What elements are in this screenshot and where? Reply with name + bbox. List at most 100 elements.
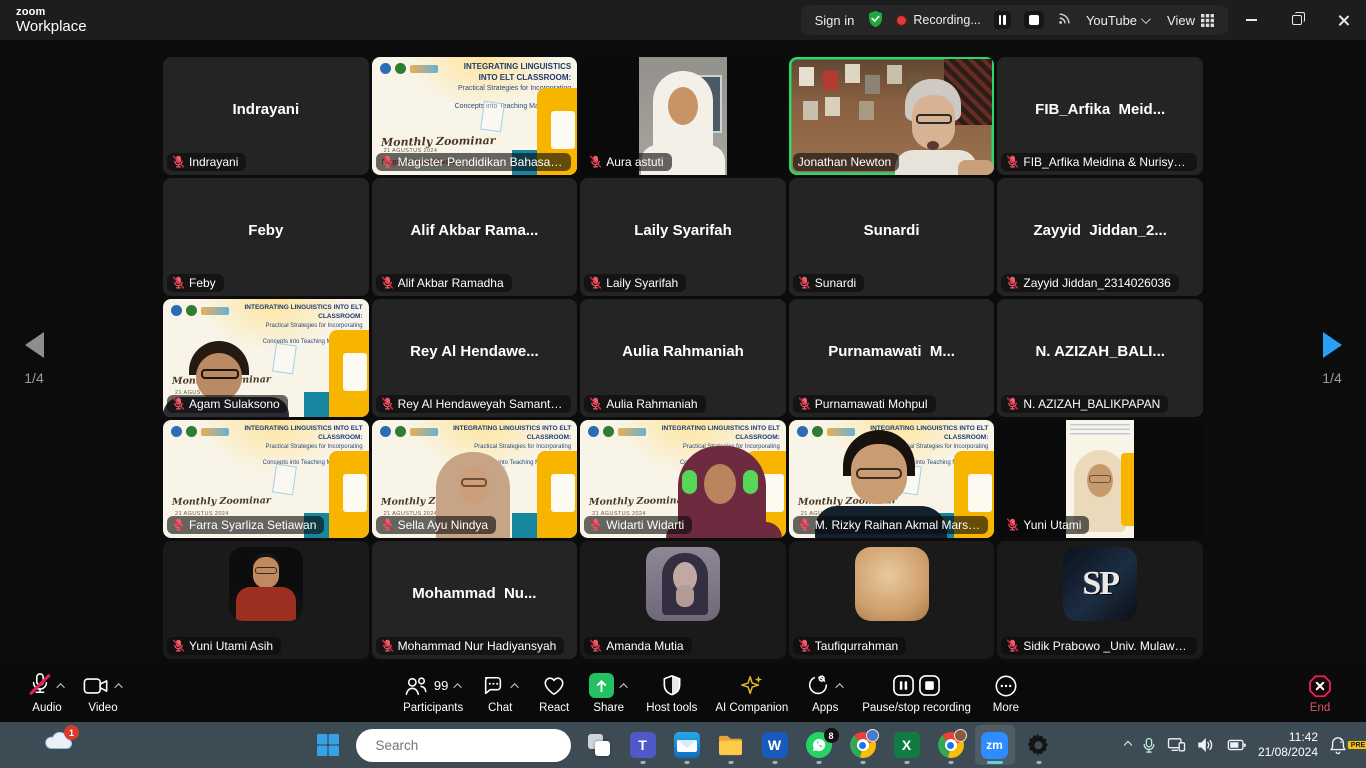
participant-tile[interactable]: INTEGRATING LINGUISTICS INTO ELT CLASSRO…: [580, 420, 786, 538]
participant-tile[interactable]: Zayyid Jiddan_2...Zayyid Jiddan_23140260…: [997, 178, 1203, 296]
settings-icon[interactable]: [1019, 725, 1059, 765]
excel-app-icon[interactable]: X: [887, 725, 927, 765]
profile-avatar: [855, 547, 929, 621]
svg-text:z: z: [1340, 738, 1343, 745]
next-page-arrow-icon[interactable]: [1323, 332, 1342, 358]
stop-recording-button[interactable]: [1024, 11, 1044, 29]
participants-button[interactable]: 99 Participants: [394, 672, 472, 714]
participant-tile[interactable]: Rey Al Hendawe...Rey Al Hendaweyah Saman…: [372, 299, 578, 417]
gallery-previous-page[interactable]: 1/4: [4, 332, 64, 386]
security-shield-icon[interactable]: [867, 10, 884, 31]
host-tools-button[interactable]: Host tools: [637, 672, 706, 714]
slide-script-title: Monthly Zoominar: [380, 134, 495, 149]
word-app-icon[interactable]: W: [755, 725, 795, 765]
apps-icon: [806, 674, 830, 697]
participant-tile[interactable]: Amanda Mutia: [580, 541, 786, 659]
participant-tile[interactable]: Aura astuti: [580, 57, 786, 175]
participant-tile[interactable]: INTEGRATING LINGUISTICS INTO ELT CLASSRO…: [372, 57, 578, 175]
chat-options-chevron[interactable]: [511, 683, 519, 691]
mic-muted-icon: [589, 397, 602, 411]
video-options-chevron[interactable]: [114, 683, 122, 691]
participant-tile[interactable]: Mohammad Nu...Mohammad Nur Hadiyansyah: [372, 541, 578, 659]
video-label: Video: [88, 702, 117, 714]
mic-muted-icon: [172, 276, 185, 290]
search-input[interactable]: [376, 738, 553, 753]
whatsapp-icon[interactable]: 8: [799, 725, 839, 765]
participant-name-label: Aulia Rahmaniah: [584, 395, 705, 413]
chrome-icon[interactable]: [843, 725, 883, 765]
mail-app-icon[interactable]: [667, 725, 707, 765]
tray-show-hidden-icons[interactable]: [1124, 741, 1132, 749]
participants-options-chevron[interactable]: [454, 683, 462, 691]
participant-tile[interactable]: Yuni Utami Asih: [163, 541, 369, 659]
gallery-next-page[interactable]: 1/4: [1302, 332, 1362, 386]
start-button[interactable]: [308, 725, 348, 765]
windows-taskbar: 1 T: [0, 722, 1366, 768]
participant-tile[interactable]: Jonathan Newton: [789, 57, 995, 175]
react-button[interactable]: React: [528, 672, 580, 714]
video-button[interactable]: Video: [74, 672, 132, 714]
onedrive-cloud-icon[interactable]: 1: [42, 729, 72, 756]
ai-companion-button[interactable]: AI Companion: [706, 672, 797, 714]
task-view-button[interactable]: [579, 725, 619, 765]
mic-muted-icon: [589, 518, 602, 532]
participant-name-text: Aulia Rahmaniah: [606, 397, 697, 411]
tray-volume-icon[interactable]: [1197, 737, 1216, 753]
notification-bell-icon[interactable]: z: [1329, 736, 1347, 755]
pause-stop-recording-button[interactable]: Pause/stop recording: [853, 672, 980, 714]
file-explorer-icon[interactable]: [711, 725, 751, 765]
participant-tile[interactable]: IndrayaniIndrayani: [163, 57, 369, 175]
tray-microphone-icon[interactable]: [1142, 737, 1156, 754]
participant-tile[interactable]: Purnamawati M...Purnamawati Mohpul: [789, 299, 995, 417]
zoom-app-icon[interactable]: zm: [975, 725, 1015, 765]
participant-tile[interactable]: Taufiqurrahman: [789, 541, 995, 659]
view-button[interactable]: View: [1167, 13, 1214, 28]
participant-tile[interactable]: SPSidik Prabowo _Univ. Mulawar...: [997, 541, 1203, 659]
cloud-notification-badge: 1: [64, 725, 79, 740]
share-options-chevron[interactable]: [620, 683, 628, 691]
more-button[interactable]: More: [980, 672, 1032, 714]
tray-cast-icon[interactable]: [1167, 737, 1186, 753]
taskbar-search-box[interactable]: [356, 729, 571, 762]
chrome-profile2-icon[interactable]: [931, 725, 971, 765]
previous-page-arrow-icon[interactable]: [25, 332, 44, 358]
apps-options-chevron[interactable]: [836, 683, 844, 691]
participant-tile[interactable]: FebyFeby: [163, 178, 369, 296]
participant-display-name: Indrayani: [163, 57, 369, 161]
audio-button[interactable]: Audio: [20, 672, 74, 714]
live-stream-icon: [1057, 12, 1073, 29]
end-meeting-button[interactable]: End: [1294, 672, 1346, 714]
taskbar-clock[interactable]: 11:42 21/08/2024: [1258, 730, 1318, 760]
youtube-label: YouTube: [1086, 13, 1137, 28]
minimize-button[interactable]: [1228, 0, 1274, 40]
participant-tile[interactable]: Alif Akbar Rama...Alif Akbar Ramadha: [372, 178, 578, 296]
participant-tile[interactable]: FIB_Arfika Meid...FIB_Arfika Meidina & N…: [997, 57, 1203, 175]
participant-tile[interactable]: Yuni Utami: [997, 420, 1203, 538]
participant-tile[interactable]: INTEGRATING LINGUISTICS INTO ELT CLASSRO…: [372, 420, 578, 538]
audio-options-chevron[interactable]: [56, 683, 64, 691]
youtube-live-menu[interactable]: YouTube: [1086, 13, 1148, 28]
participant-tile[interactable]: Laily SyarifahLaily Syarifah: [580, 178, 786, 296]
tray-battery-icon[interactable]: [1227, 738, 1247, 752]
restore-button[interactable]: [1274, 0, 1320, 40]
participant-tile[interactable]: INTEGRATING LINGUISTICS INTO ELT CLASSRO…: [789, 420, 995, 538]
mic-muted-icon: [589, 276, 602, 290]
participant-name-text: Sunardi: [815, 276, 856, 290]
mic-muted-icon: [1006, 518, 1019, 532]
apps-button[interactable]: Apps: [797, 672, 853, 714]
participant-tile[interactable]: INTEGRATING LINGUISTICS INTO ELT CLASSRO…: [163, 420, 369, 538]
participant-tile[interactable]: INTEGRATING LINGUISTICS INTO ELT CLASSRO…: [163, 299, 369, 417]
participant-name-text: Laily Syarifah: [606, 276, 678, 290]
pause-recording-button[interactable]: [994, 11, 1011, 29]
sign-in-button[interactable]: Sign in: [815, 13, 855, 28]
mic-muted-icon: [589, 639, 602, 653]
participant-tile[interactable]: Aulia RahmaniahAulia Rahmaniah: [580, 299, 786, 417]
share-button[interactable]: Share: [580, 672, 637, 714]
teams-app-icon[interactable]: T: [623, 725, 663, 765]
windows-start-icon: [316, 733, 340, 757]
chat-button[interactable]: Chat: [472, 672, 528, 714]
participant-tile[interactable]: N. AZIZAH_BALI...N. AZIZAH_BALIKPAPAN: [997, 299, 1203, 417]
participant-tile[interactable]: SunardiSunardi: [789, 178, 995, 296]
close-button[interactable]: [1320, 0, 1366, 40]
apps-label: Apps: [812, 702, 838, 714]
